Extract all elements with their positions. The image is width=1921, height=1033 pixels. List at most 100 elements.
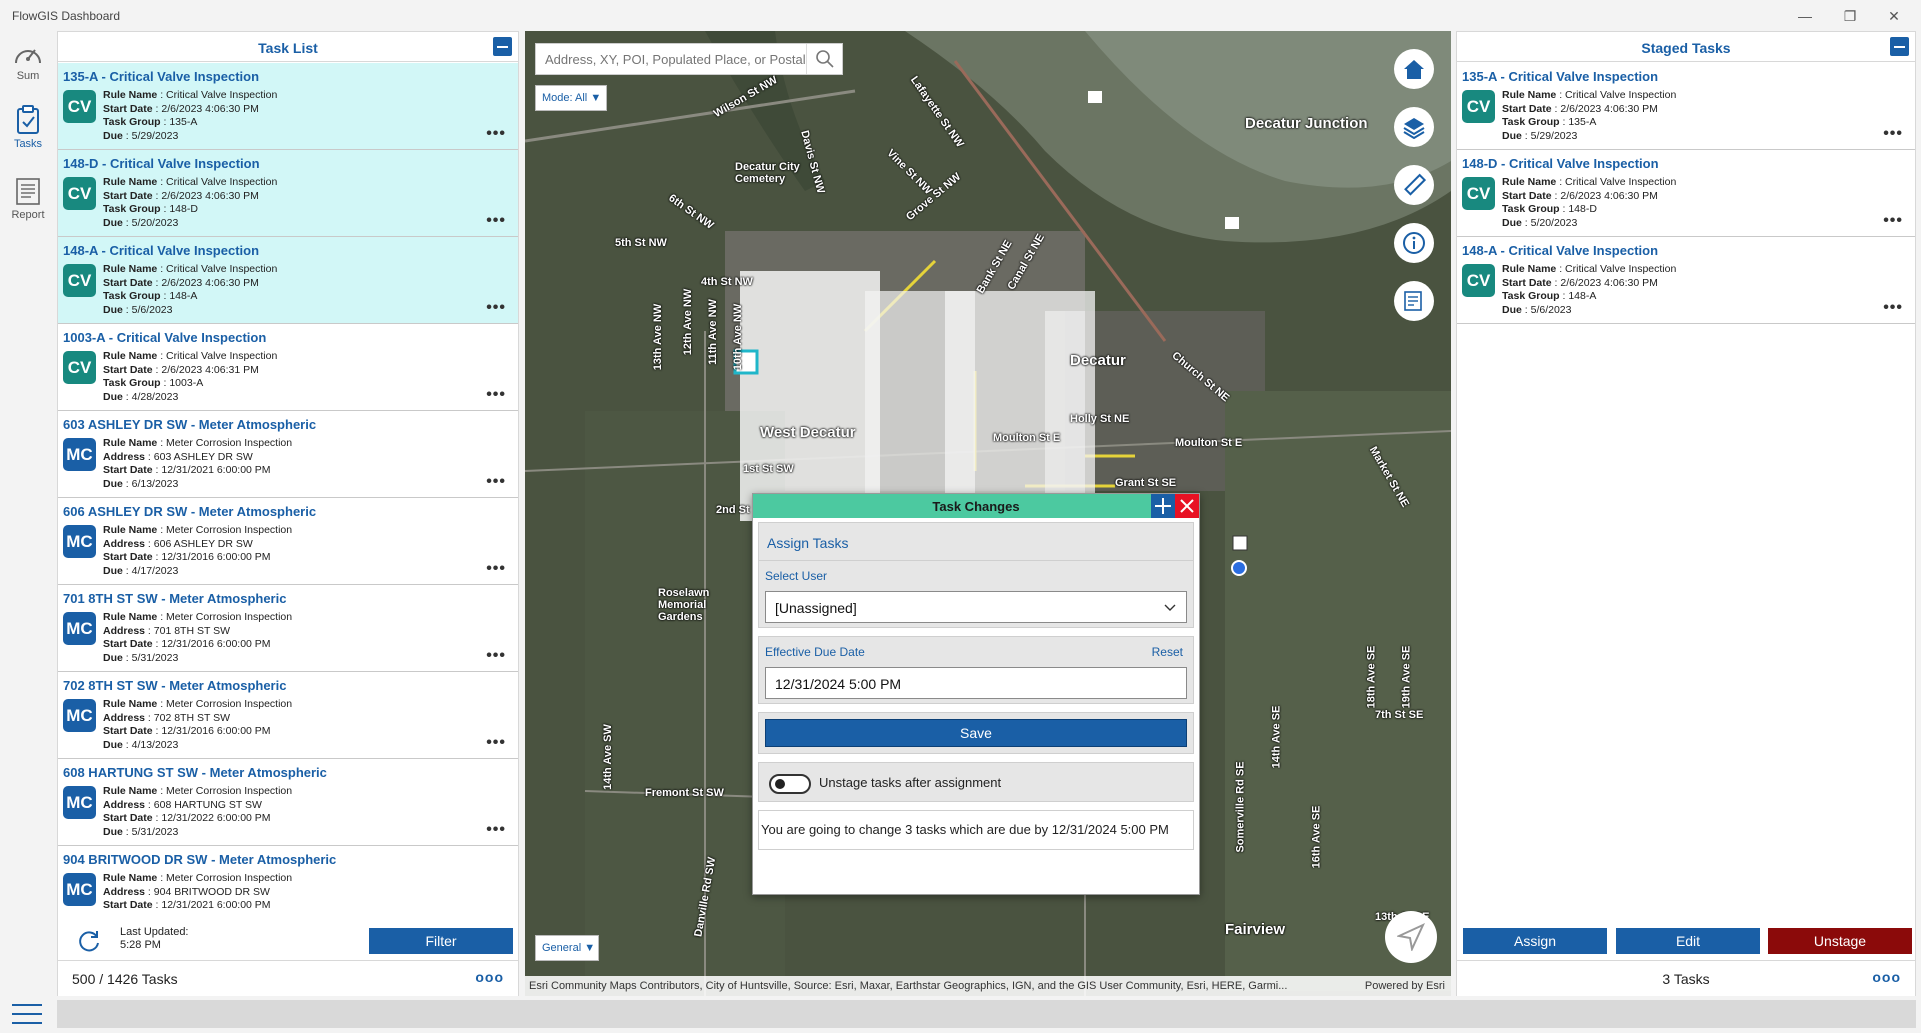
map-search-input[interactable] bbox=[536, 44, 806, 74]
more-icon[interactable]: ••• bbox=[486, 734, 506, 752]
task-type-badge: MC bbox=[63, 699, 96, 732]
task-item[interactable]: 148-A - Critical Valve Inspection CV Rule … bbox=[58, 237, 518, 324]
staged-task-list[interactable]: 135-A - Critical Valve Inspection CV Rule … bbox=[1457, 63, 1915, 463]
collapse-task-list-button[interactable] bbox=[493, 37, 512, 56]
close-window-icon[interactable]: ✕ bbox=[1874, 4, 1914, 28]
close-dialog-button[interactable] bbox=[1175, 494, 1199, 518]
minimize-icon[interactable]: — bbox=[1785, 4, 1825, 28]
task-item[interactable]: 702 8TH ST SW - Meter Atmospheric MC Rule … bbox=[58, 672, 518, 759]
locate-button[interactable] bbox=[1385, 911, 1437, 963]
reset-link[interactable]: Reset bbox=[1152, 645, 1183, 659]
task-item[interactable]: 148-A - Critical Valve Inspection CV Rule … bbox=[1457, 237, 1915, 324]
task-list-footer: Last Updated: 5:28 PM Filter bbox=[58, 922, 518, 958]
task-field-key: Task Group bbox=[103, 116, 161, 128]
measure-button[interactable] bbox=[1394, 165, 1434, 205]
more-icon[interactable]: ••• bbox=[486, 473, 506, 491]
layers-button[interactable] bbox=[1394, 107, 1434, 147]
task-field: Rule Name : Critical Valve Inspection bbox=[1502, 176, 1677, 188]
task-item[interactable]: 148-D - Critical Valve Inspection CV Rule … bbox=[58, 150, 518, 237]
mode-label: Mode: All bbox=[542, 92, 588, 104]
collapse-staged-button[interactable] bbox=[1890, 37, 1909, 56]
task-title[interactable]: 135-A - Critical Valve Inspection bbox=[63, 69, 259, 84]
more-icon[interactable]: ••• bbox=[1883, 299, 1903, 317]
more-options-icon[interactable]: ooo bbox=[1872, 969, 1901, 985]
task-list-title: Task List bbox=[258, 40, 318, 56]
task-title[interactable]: 904 BRITWOOD DR SW - Meter Atmospheric bbox=[63, 852, 336, 867]
mode-dropdown[interactable]: Mode: All ▼ bbox=[535, 85, 607, 111]
more-icon[interactable]: ••• bbox=[486, 386, 506, 404]
task-list[interactable]: 135-A - Critical Valve Inspection CV Rule … bbox=[58, 63, 518, 953]
filter-button[interactable]: Filter bbox=[369, 928, 513, 954]
task-title[interactable]: 135-A - Critical Valve Inspection bbox=[1462, 69, 1658, 84]
unstage-button[interactable]: Unstage bbox=[1768, 928, 1912, 954]
map-search-box[interactable] bbox=[535, 43, 843, 75]
more-icon[interactable]: ••• bbox=[486, 821, 506, 839]
more-options-icon[interactable]: ooo bbox=[475, 969, 504, 985]
dialog-body: Assign Tasks Select User [Unassigned] Ef… bbox=[758, 522, 1194, 858]
task-title[interactable]: 148-D - Critical Valve Inspection bbox=[1462, 156, 1659, 171]
task-type-badge: MC bbox=[63, 612, 96, 645]
rail-sum[interactable]: Sum bbox=[0, 41, 56, 82]
task-field-key: Task Group bbox=[103, 203, 161, 215]
home-button[interactable] bbox=[1394, 49, 1434, 89]
unstage-toggle[interactable] bbox=[769, 774, 811, 794]
more-icon[interactable]: ••• bbox=[486, 560, 506, 578]
status-strip bbox=[57, 1000, 1916, 1028]
task-item[interactable]: 904 BRITWOOD DR SW - Meter Atmospheric MC… bbox=[58, 846, 518, 933]
task-item[interactable]: 606 ASHLEY DR SW - Meter Atmospheric MC Ru… bbox=[58, 498, 518, 585]
search-button[interactable] bbox=[806, 44, 842, 74]
task-title[interactable]: 148-A - Critical Valve Inspection bbox=[1462, 243, 1658, 258]
task-item[interactable]: 148-D - Critical Valve Inspection CV Rule … bbox=[1457, 150, 1915, 237]
map-label-street: 16th Ave SE bbox=[1310, 805, 1323, 869]
task-item[interactable]: 135-A - Critical Valve Inspection CV Rule … bbox=[1457, 63, 1915, 150]
task-title[interactable]: 701 8TH ST SW - Meter Atmospheric bbox=[63, 591, 286, 606]
task-field: Due : 5/20/2023 bbox=[103, 216, 179, 229]
assign-button[interactable]: Assign bbox=[1463, 928, 1607, 954]
task-fields: Rule Name : Critical Valve Inspection Sta… bbox=[1502, 176, 1676, 230]
info-button[interactable] bbox=[1394, 223, 1434, 263]
select-user-dropdown[interactable]: [Unassigned] bbox=[765, 591, 1187, 623]
task-item[interactable]: 603 ASHLEY DR SW - Meter Atmospheric MC Ru… bbox=[58, 411, 518, 498]
task-field-value: 5/20/2023 bbox=[131, 216, 179, 229]
task-title[interactable]: 606 ASHLEY DR SW - Meter Atmospheric bbox=[63, 504, 316, 519]
more-icon[interactable]: ••• bbox=[486, 647, 506, 665]
hamburger-menu-icon[interactable] bbox=[12, 1003, 42, 1025]
general-dropdown[interactable]: General ▼ bbox=[535, 935, 599, 961]
task-title[interactable]: 1003-A - Critical Valve Inspection bbox=[63, 330, 266, 345]
task-title[interactable]: 608 HARTUNG ST SW - Meter Atmospheric bbox=[63, 765, 327, 780]
task-field: Task Group : 135-A bbox=[103, 116, 198, 128]
app-title: FlowGIS Dashboard bbox=[12, 9, 121, 23]
task-item[interactable]: 135-A - Critical Valve Inspection CV Rule … bbox=[58, 63, 518, 150]
map-attribution: Esri Community Maps Contributors, City o… bbox=[525, 976, 1451, 996]
task-field-value: 5/20/2023 bbox=[1530, 216, 1578, 229]
more-icon[interactable]: ••• bbox=[486, 212, 506, 230]
task-title[interactable]: 603 ASHLEY DR SW - Meter Atmospheric bbox=[63, 417, 316, 432]
save-button[interactable]: Save bbox=[765, 719, 1187, 747]
task-item[interactable]: 608 HARTUNG ST SW - Meter Atmospheric MC R… bbox=[58, 759, 518, 846]
rail-report[interactable]: Report bbox=[0, 176, 56, 221]
task-type-badge: MC bbox=[63, 525, 96, 558]
task-fields: Rule Name : Critical Valve Inspection Sta… bbox=[103, 350, 277, 404]
task-field-key: Address bbox=[103, 450, 146, 463]
restore-icon[interactable]: ❐ bbox=[1830, 4, 1870, 28]
more-icon[interactable]: ••• bbox=[1883, 125, 1903, 143]
edit-button[interactable]: Edit bbox=[1616, 928, 1760, 954]
task-field-value: Critical Valve Inspection bbox=[166, 176, 278, 188]
more-icon[interactable]: ••• bbox=[486, 125, 506, 143]
legend-button[interactable] bbox=[1394, 281, 1434, 321]
task-field-key: Start Date bbox=[103, 189, 153, 202]
rail-tasks[interactable]: Tasks bbox=[0, 105, 56, 150]
task-item[interactable]: 1003-A - Critical Valve Inspection CV Rule… bbox=[58, 324, 518, 411]
task-field-key: Due bbox=[103, 651, 123, 664]
more-icon[interactable]: ••• bbox=[1883, 212, 1903, 230]
task-item[interactable]: 701 8TH ST SW - Meter Atmospheric MC Rule … bbox=[58, 585, 518, 672]
task-title[interactable]: 148-D - Critical Valve Inspection bbox=[63, 156, 260, 171]
layers-icon bbox=[1403, 118, 1425, 139]
last-updated: Last Updated: 5:28 PM bbox=[120, 926, 189, 952]
more-icon[interactable]: ••• bbox=[486, 299, 506, 317]
maximize-dialog-button[interactable] bbox=[1151, 494, 1175, 518]
refresh-icon[interactable] bbox=[76, 928, 102, 954]
task-title[interactable]: 702 8TH ST SW - Meter Atmospheric bbox=[63, 678, 286, 693]
due-date-input[interactable]: 12/31/2024 5:00 PM bbox=[765, 667, 1187, 699]
task-title[interactable]: 148-A - Critical Valve Inspection bbox=[63, 243, 259, 258]
